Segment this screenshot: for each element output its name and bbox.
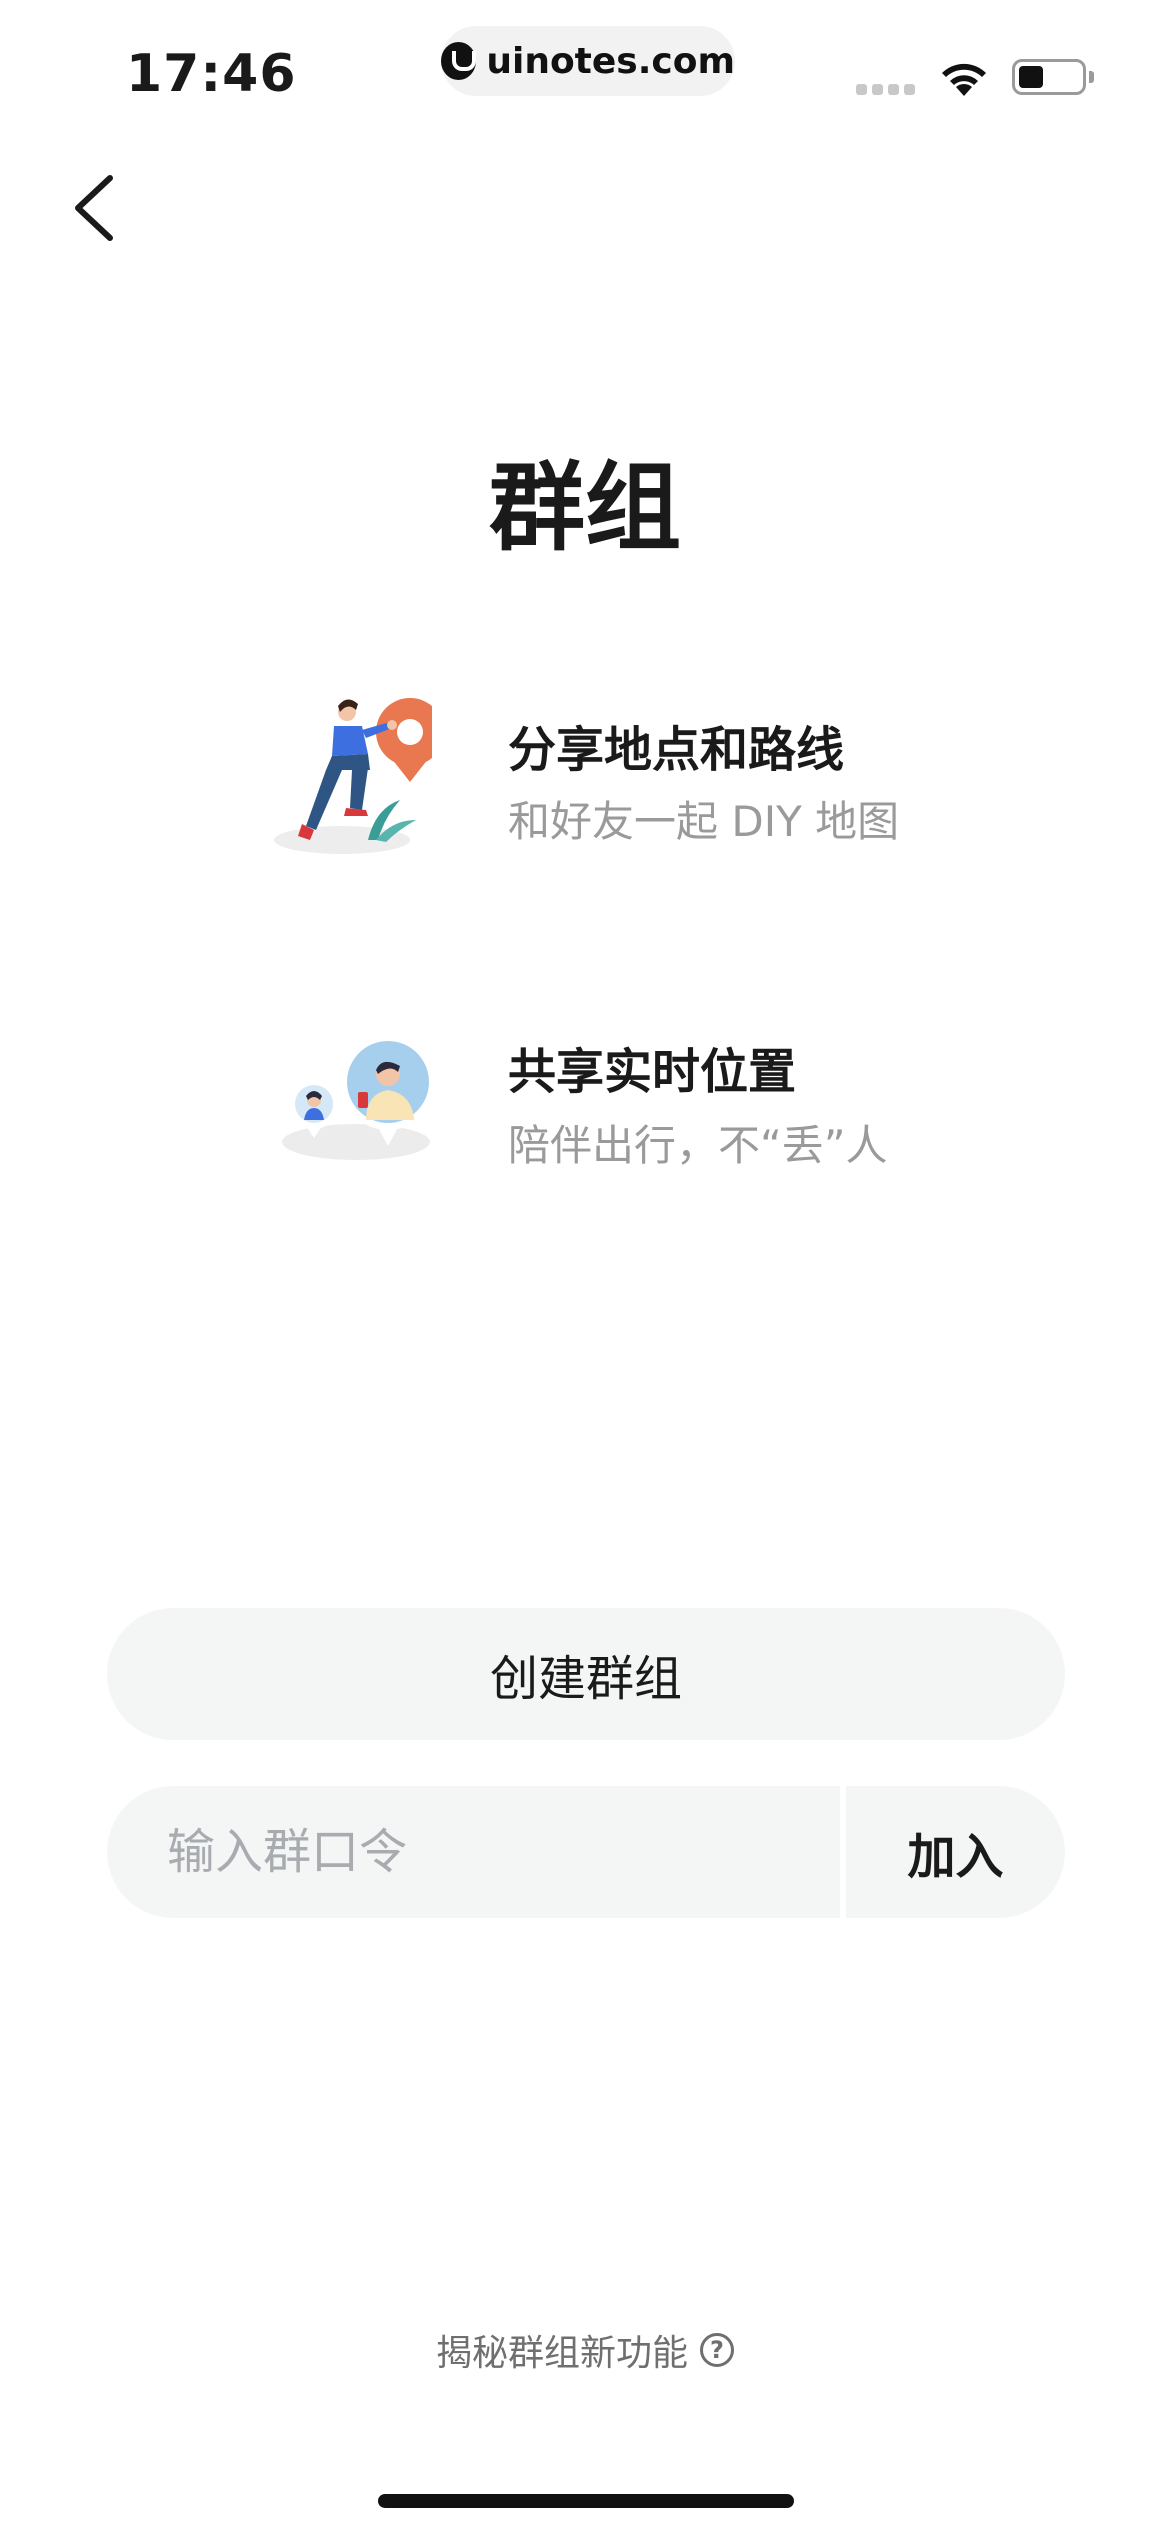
live-location-illustration-icon <box>282 1034 436 1160</box>
battery-tip <box>1089 71 1094 83</box>
back-chevron-icon[interactable] <box>66 172 126 244</box>
feature-subtitle-live-location: 陪伴出行，不“丢”人 <box>508 1121 888 1170</box>
map-pin-illustration-icon <box>274 698 432 854</box>
join-group-button[interactable]: 加入 <box>846 1786 1065 1918</box>
page-title: 群组 <box>489 452 681 564</box>
status-time: 17:46 <box>126 44 297 104</box>
cellular-signal-icon <box>856 84 915 95</box>
help-circle-icon: ? <box>700 2333 734 2367</box>
url-pill[interactable]: uinotes.com <box>441 26 735 96</box>
battery-icon <box>1012 59 1086 95</box>
create-group-button[interactable]: 创建群组 <box>107 1608 1065 1740</box>
group-code-input[interactable] <box>107 1786 840 1918</box>
wifi-icon <box>942 63 986 96</box>
feature-title-share-places: 分享地点和路线 <box>508 722 845 778</box>
url-text: uinotes.com <box>486 40 735 82</box>
feature-subtitle-share-places: 和好友一起 DIY 地图 <box>508 797 900 846</box>
home-indicator <box>378 2494 794 2508</box>
site-logo-icon <box>441 42 477 80</box>
feature-title-live-location: 共享实时位置 <box>508 1044 797 1100</box>
new-features-label: 揭秘群组新功能 <box>435 2333 688 2374</box>
new-features-link[interactable]: 揭秘群组新功能 ? <box>0 2324 1170 2376</box>
